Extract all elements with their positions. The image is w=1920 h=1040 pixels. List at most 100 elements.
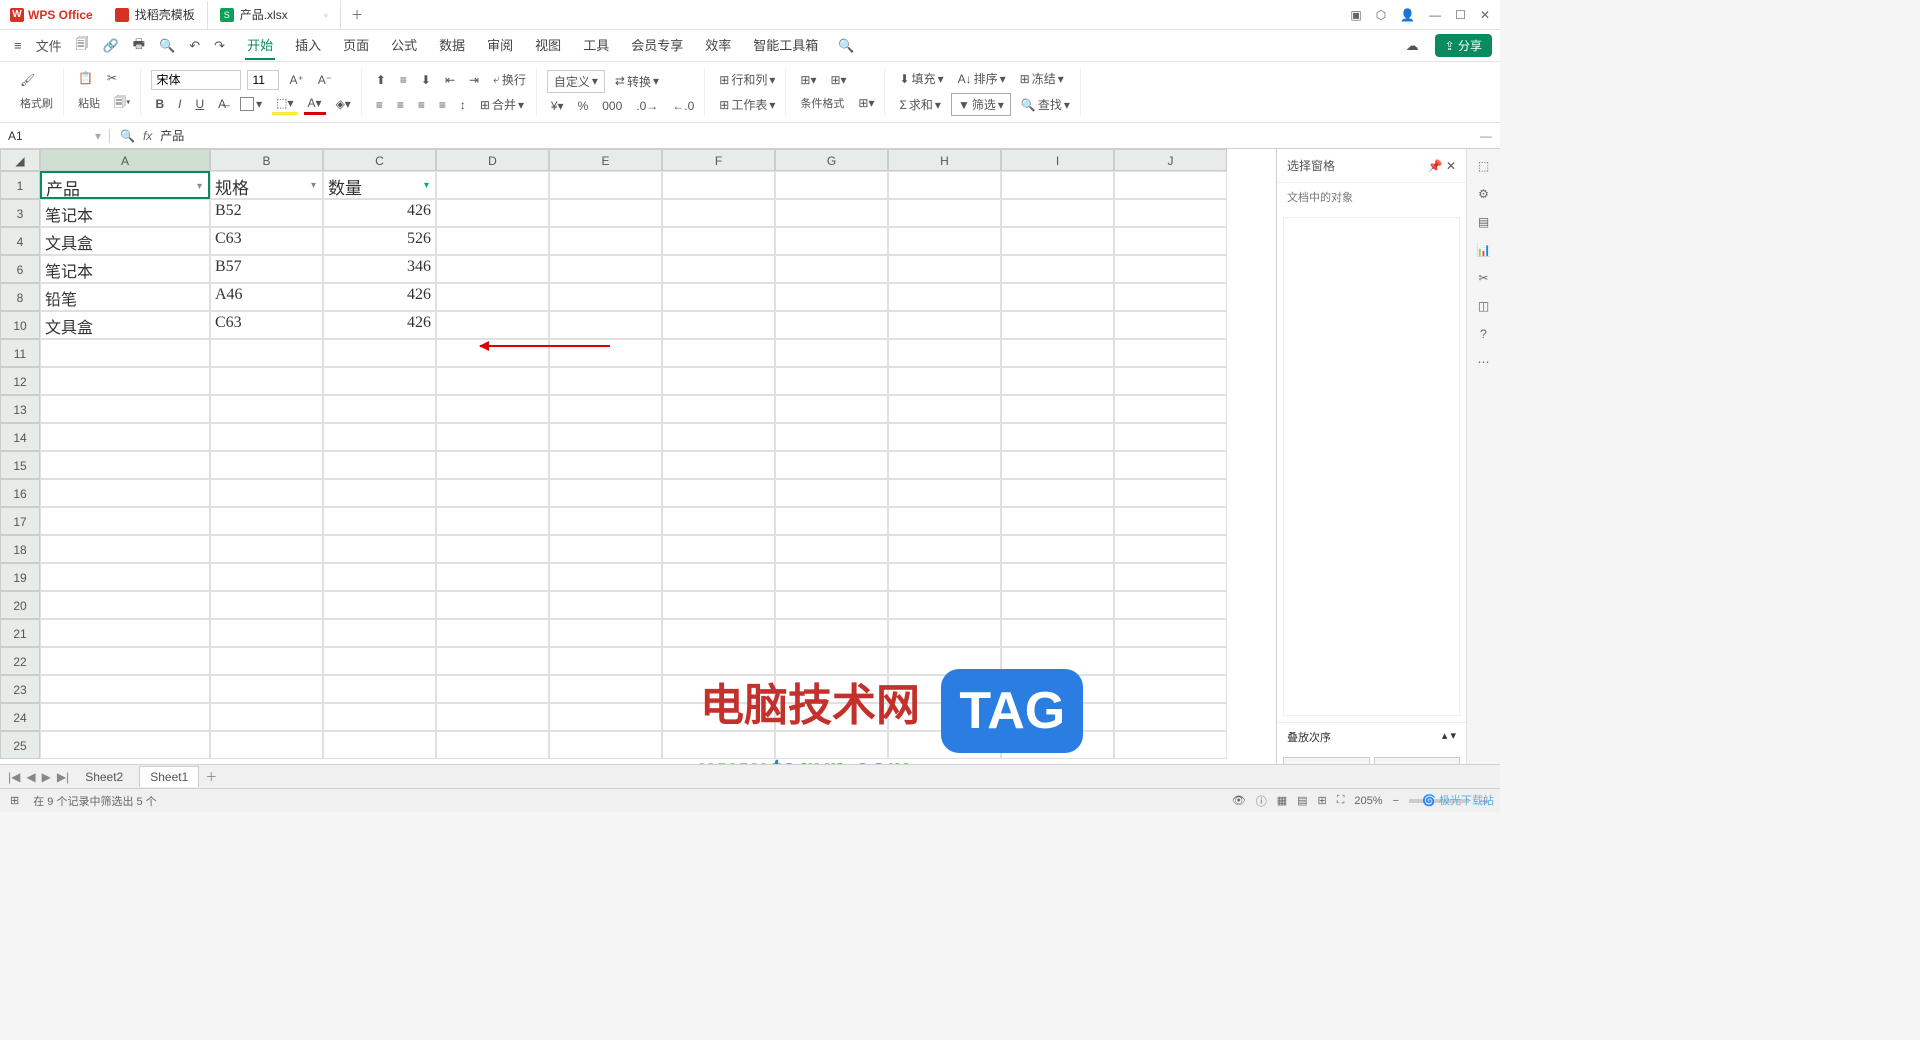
cell-F8[interactable]: [662, 283, 775, 311]
strike-button[interactable]: A̶: [214, 95, 230, 113]
align-left-button[interactable]: ≡: [372, 96, 387, 114]
cell-F24[interactable]: [662, 703, 775, 731]
cell-I19[interactable]: [1001, 563, 1114, 591]
cell-J4[interactable]: [1114, 227, 1227, 255]
cell-E18[interactable]: [549, 535, 662, 563]
cell-G21[interactable]: [775, 619, 888, 647]
cell-A17[interactable]: [40, 507, 210, 535]
cell-J6[interactable]: [1114, 255, 1227, 283]
cell-I13[interactable]: [1001, 395, 1114, 423]
orientation-button[interactable]: ↕: [456, 96, 470, 114]
cell-E6[interactable]: [549, 255, 662, 283]
zoom-out-button[interactable]: −: [1393, 795, 1399, 807]
increase-font-button[interactable]: A⁺: [285, 71, 307, 89]
cell-E20[interactable]: [549, 591, 662, 619]
cell-E23[interactable]: [549, 675, 662, 703]
help-icon[interactable]: ?: [1480, 327, 1487, 341]
font-color-button[interactable]: A▾: [304, 94, 326, 115]
cell-E8[interactable]: [549, 283, 662, 311]
cell-D15[interactable]: [436, 451, 549, 479]
cell-C8[interactable]: 426: [323, 283, 436, 311]
underline-button[interactable]: U: [191, 95, 208, 113]
cell-H6[interactable]: [888, 255, 1001, 283]
cell-D8[interactable]: [436, 283, 549, 311]
cell-F20[interactable]: [662, 591, 775, 619]
cell-C11[interactable]: [323, 339, 436, 367]
fill-color-button[interactable]: ⬚▾: [272, 94, 297, 115]
cell-F4[interactable]: [662, 227, 775, 255]
cell-J11[interactable]: [1114, 339, 1227, 367]
sheet-tab-sheet2[interactable]: Sheet2: [75, 767, 133, 787]
tab-menu-icon[interactable]: ◦: [324, 8, 328, 22]
cell-E11[interactable]: [549, 339, 662, 367]
cell-D14[interactable]: [436, 423, 549, 451]
tab-home[interactable]: 开始: [245, 31, 275, 60]
row-header-12[interactable]: 12: [0, 367, 40, 395]
sheet-first-button[interactable]: |◀: [8, 770, 20, 784]
cell-I14[interactable]: [1001, 423, 1114, 451]
sheet-prev-button[interactable]: ◀: [26, 770, 35, 784]
cell-H15[interactable]: [888, 451, 1001, 479]
col-header-H[interactable]: H: [888, 149, 1001, 171]
col-header-E[interactable]: E: [549, 149, 662, 171]
cell-J8[interactable]: [1114, 283, 1227, 311]
cell-H10[interactable]: [888, 311, 1001, 339]
filter-button[interactable]: ▼筛选▾: [951, 93, 1011, 116]
cell-J13[interactable]: [1114, 395, 1227, 423]
cell-B19[interactable]: [210, 563, 323, 591]
row-header-15[interactable]: 15: [0, 451, 40, 479]
cell-I23[interactable]: [1001, 675, 1114, 703]
cell-F10[interactable]: [662, 311, 775, 339]
save-icon[interactable]: 🗐: [70, 31, 95, 61]
cell-B21[interactable]: [210, 619, 323, 647]
cell-C25[interactable]: [323, 731, 436, 759]
cell-I16[interactable]: [1001, 479, 1114, 507]
cell-I18[interactable]: [1001, 535, 1114, 563]
cell-J16[interactable]: [1114, 479, 1227, 507]
cell-C21[interactable]: [323, 619, 436, 647]
cell-H20[interactable]: [888, 591, 1001, 619]
cell-J15[interactable]: [1114, 451, 1227, 479]
cell-H13[interactable]: [888, 395, 1001, 423]
cell-E1[interactable]: [549, 171, 662, 199]
cell-A15[interactable]: [40, 451, 210, 479]
cell-F15[interactable]: [662, 451, 775, 479]
cell-J24[interactable]: [1114, 703, 1227, 731]
redo-button[interactable]: ↷: [208, 34, 231, 58]
row-header-6[interactable]: 6: [0, 255, 40, 283]
hamburger-icon[interactable]: ≡: [8, 34, 28, 57]
cell-J17[interactable]: [1114, 507, 1227, 535]
cell-D17[interactable]: [436, 507, 549, 535]
col-header-F[interactable]: F: [662, 149, 775, 171]
tab-tools[interactable]: 工具: [581, 31, 611, 60]
cell-E24[interactable]: [549, 703, 662, 731]
cell-C4[interactable]: 526: [323, 227, 436, 255]
cell-I15[interactable]: [1001, 451, 1114, 479]
cell-C13[interactable]: [323, 395, 436, 423]
cell-D11[interactable]: [436, 339, 549, 367]
cell-H21[interactable]: [888, 619, 1001, 647]
cell-D13[interactable]: [436, 395, 549, 423]
row-header-3[interactable]: 3: [0, 199, 40, 227]
cell-G20[interactable]: [775, 591, 888, 619]
cell-D6[interactable]: [436, 255, 549, 283]
view-fullscreen-button[interactable]: ⛶: [1337, 794, 1345, 807]
cell-C15[interactable]: [323, 451, 436, 479]
print-icon[interactable]: 🖶: [127, 31, 151, 61]
minimize-button[interactable]: —: [1429, 8, 1441, 22]
cell-I11[interactable]: [1001, 339, 1114, 367]
cell-A23[interactable]: [40, 675, 210, 703]
cell-B6[interactable]: B57: [210, 255, 323, 283]
row-header-17[interactable]: 17: [0, 507, 40, 535]
cell-F1[interactable]: [662, 171, 775, 199]
select-tool-icon[interactable]: ⬚: [1478, 159, 1489, 173]
pin-icon[interactable]: 📌: [1428, 159, 1443, 173]
cell-style-button[interactable]: ⊞▾: [826, 71, 850, 89]
cell-I12[interactable]: [1001, 367, 1114, 395]
cell-D24[interactable]: [436, 703, 549, 731]
cell-D22[interactable]: [436, 647, 549, 675]
col-header-J[interactable]: J: [1114, 149, 1227, 171]
tab-insert[interactable]: 插入: [293, 31, 323, 60]
close-panel-icon[interactable]: ✕: [1446, 159, 1456, 173]
cell-J3[interactable]: [1114, 199, 1227, 227]
